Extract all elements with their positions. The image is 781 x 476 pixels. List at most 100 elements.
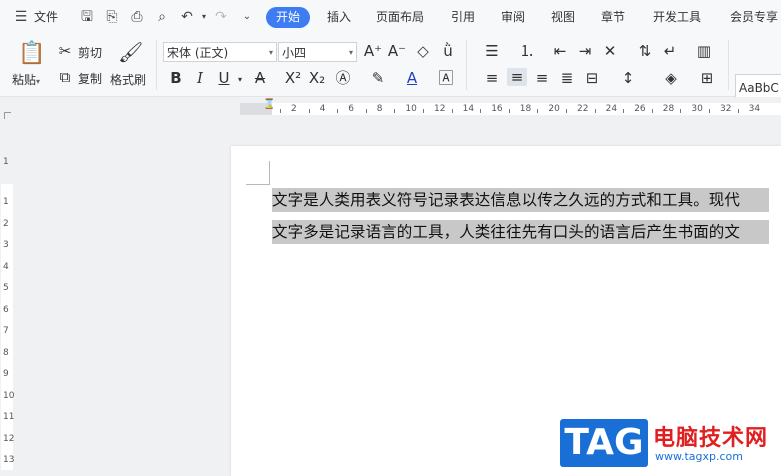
paste-icon[interactable]: 📋 [18,42,45,66]
ruler-number: 26 [634,104,646,114]
document-line[interactable]: 文字多是记录语言的工具，人类往往先有口头的语言后产生书面的文 [272,220,769,244]
italic-icon[interactable]: I [190,69,210,87]
watermark-name: 电脑技术网 [653,426,769,451]
format-painter-icon[interactable]: 🖌 [118,41,143,63]
decrease-indent-icon[interactable]: ⇤ [550,42,570,60]
align-center-icon[interactable]: ≡ [507,68,527,86]
ruler-corner-icon [4,112,11,119]
file-menu[interactable]: 文件 [34,8,58,25]
strikethrough-icon[interactable]: A [250,69,270,87]
ruler-tick [566,109,567,113]
ruler-tick [623,109,625,113]
bold-icon[interactable]: B [166,69,186,87]
decrease-font-icon[interactable]: A⁻ [387,42,407,60]
ruler-number: 6 [348,104,354,114]
ruler-tick [280,109,281,113]
divider [466,40,467,90]
chevron-down-icon[interactable]: ▾ [230,71,250,89]
undo-dropdown-icon[interactable]: ▾ [195,8,213,26]
margin-corner-mark [269,161,270,184]
font-size-value: 小四 [282,46,307,60]
tab-review[interactable]: 审阅 [501,8,525,25]
indent-marker-icon[interactable]: ⌛ [263,100,275,110]
copy-icon[interactable]: ⧉ [55,68,75,86]
numbered-list-icon[interactable]: ⒈ [517,42,537,60]
highlight-icon[interactable]: ✎ [368,69,388,87]
line-spacing-icon[interactable]: ↕ [618,69,638,87]
font-name-select[interactable]: 宋体 (正文) ▾ [163,42,277,62]
redo-icon[interactable]: ↷ [212,8,230,26]
ruler-number: 16 [491,104,503,114]
ruler-number: 32 [720,104,732,114]
font-name-value: 宋体 (正文) [167,46,229,60]
format-painter-button[interactable]: 格式刷 [110,71,146,88]
sort-icon[interactable]: ⇅ [635,42,655,60]
scissors-icon[interactable]: ✂ [55,42,75,60]
align-left-icon[interactable]: ≡ [482,69,502,87]
print-preview-icon[interactable]: ⌕ [153,8,171,26]
phonetic-guide-icon[interactable]: ǜ [438,42,458,60]
shading-icon[interactable]: ◈ [661,69,681,87]
font-color-icon[interactable]: A [402,69,422,87]
tab-chapter[interactable]: 章节 [601,8,625,25]
tab-insert[interactable]: 插入 [327,8,351,25]
ruler-number: 4 [319,104,326,114]
tab-references[interactable]: 引用 [451,8,475,25]
ruler-number: 18 [519,104,532,114]
bullet-list-icon[interactable]: ☰ [482,42,502,60]
align-right-icon[interactable]: ≡ [532,69,552,87]
margin-corner-mark [246,184,270,185]
print-icon[interactable]: ⎙ [128,8,146,26]
watermark-url: www.tagxp.com [655,450,743,463]
ruler-tick [451,109,453,113]
ruler-number: 1 [3,157,9,167]
increase-font-icon[interactable]: A⁺ [363,42,383,60]
borders-icon[interactable]: ⊞ [697,69,717,87]
superscript-icon[interactable]: X² [283,69,303,87]
clear-format-icon[interactable]: ◇ [413,42,433,60]
cut-button[interactable]: 剪切 [78,44,102,61]
document-line[interactable]: 文字是人类用表义符号记录表达信息以传之久远的方式和工具。现代 [272,188,769,212]
distributed-align-icon[interactable]: ⊟ [582,69,602,87]
justify-icon[interactable]: ≣ [557,69,577,87]
tab-view[interactable]: 视图 [551,8,575,25]
character-border-icon[interactable]: 🄰 [436,69,456,87]
ruler-number: 7 [3,326,9,336]
font-size-select[interactable]: 小四 ▾ [278,42,357,62]
ruler-number: 8 [3,347,9,358]
chinese-layout-icon[interactable]: ✕ [600,42,620,60]
subscript-icon[interactable]: X₂ [307,69,327,87]
hamburger-menu-icon[interactable]: ☰ [12,8,30,26]
ruler-number: 2 [291,104,297,114]
tab-member[interactable]: 会员专享 [730,8,778,25]
ruler-number: 13 [3,455,15,465]
undo-icon[interactable]: ↶ [178,8,196,26]
ruler-tick [394,109,396,113]
ruler-tick [537,109,539,113]
ribbon-toolbar: 📋 粘贴▾ ✂ 剪切 ⧉ 复制 🖌 格式刷 宋体 (正文) ▾ 小四 ▾ A⁺ A⁻… [0,34,781,122]
tab-developer[interactable]: 开发工具 [653,8,701,25]
ruler-tick [651,109,653,113]
customize-toolbar-icon[interactable]: ⌄ [238,8,256,26]
increase-indent-icon[interactable]: ⇥ [575,42,595,60]
tab-page-layout[interactable]: 页面布局 [376,8,424,25]
save-icon[interactable]: 🖫 [78,8,96,26]
ruler-number: 2 [3,218,9,229]
ruler-tick [423,109,424,113]
show-marks-icon[interactable]: ↵ [660,42,680,60]
ruler-number: 3 [3,240,9,250]
ruler-number: 10 [405,104,417,114]
copy-button[interactable]: 复制 [78,70,102,87]
ruler-number: 22 [577,104,589,114]
ruler-tick [308,109,310,113]
ruler-tick [337,109,339,113]
paste-button[interactable]: 粘贴▾ [12,71,40,88]
ruler-number: 14 [462,104,475,114]
ruler-tick [508,109,510,113]
table-ruler-icon[interactable]: ▥ [694,42,714,60]
tab-start[interactable]: 开始 [266,7,310,28]
ruler-number: 4 [3,261,9,272]
ruler-number: 30 [691,104,703,114]
text-effect-icon[interactable]: Ⓐ [333,69,353,87]
export-pdf-icon[interactable]: ⎘ [103,8,121,26]
